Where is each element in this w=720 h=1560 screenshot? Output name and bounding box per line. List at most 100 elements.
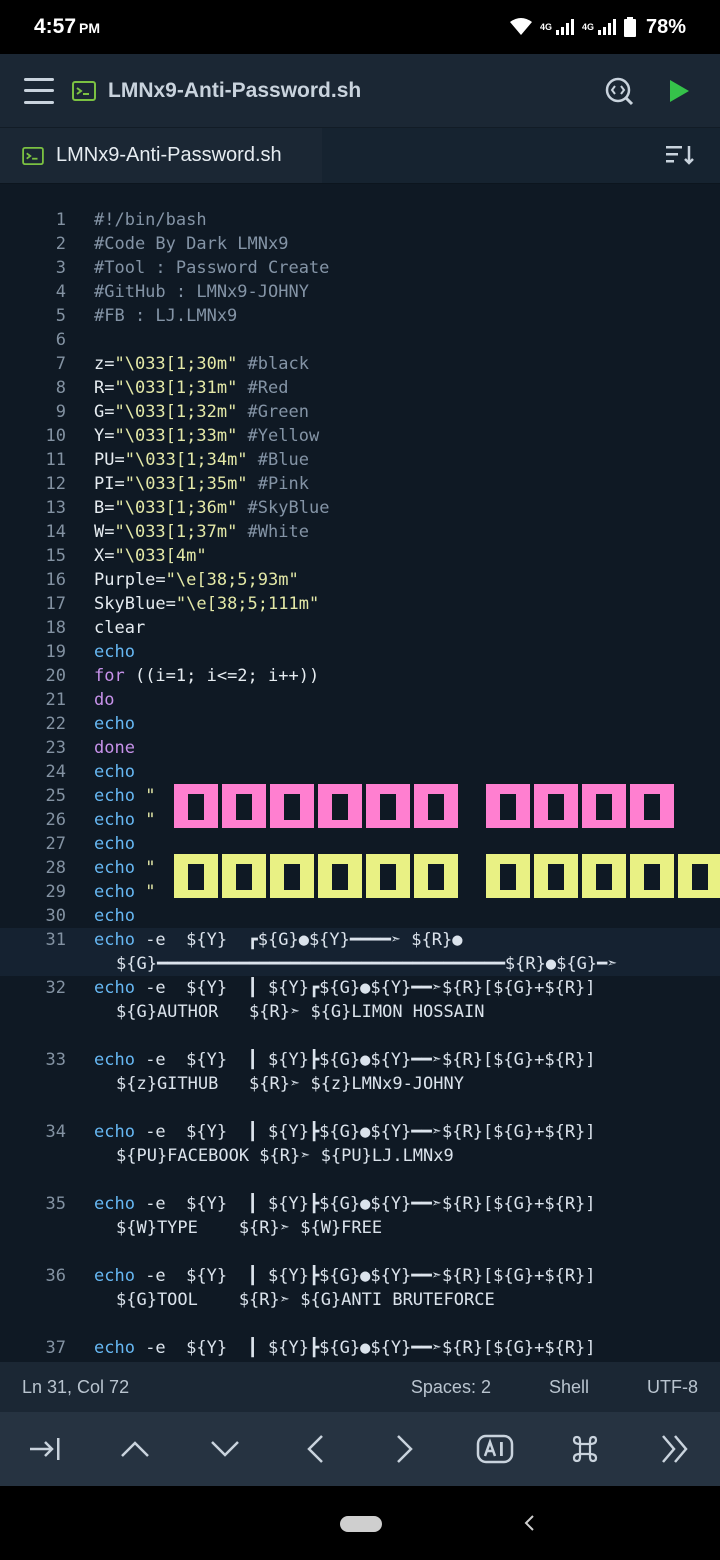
ai-icon[interactable]: [471, 1425, 519, 1473]
code-token: ((i=1; i<=2; i++)): [124, 666, 320, 686]
code-line[interactable]: 16 Purple="\e[38;5;93m": [0, 568, 720, 592]
code-line-wrap[interactable]: ${z}GITHUB ${R}➣ ${z}LMNx9-JOHNY: [0, 1072, 720, 1096]
code-line[interactable]: 1 #!/bin/bash: [0, 208, 720, 232]
code-token: done: [94, 738, 135, 758]
code-line[interactable]: [0, 1240, 720, 1264]
code-line[interactable]: 20 for ((i=1; i<=2; i++)): [0, 664, 720, 688]
home-button[interactable]: [340, 1516, 382, 1532]
code-line[interactable]: 36 echo -e ${Y} ┃ ${Y}┣${G}●${Y}━━➣${R}[$…: [0, 1264, 720, 1288]
code-token: "\033[1;36m": [114, 498, 238, 518]
code-line[interactable]: 24 echo: [0, 760, 720, 784]
code-line[interactable]: 12 PI="\033[1;35m" #Pink: [0, 472, 720, 496]
tab-active[interactable]: LMNx9-Anti-Password.sh: [0, 128, 322, 183]
code-line[interactable]: 18 clear: [0, 616, 720, 640]
code-line[interactable]: 9 G="\033[1;32m" #Green: [0, 400, 720, 424]
code-line[interactable]: 17 SkyBlue="\e[38;5;111m": [0, 592, 720, 616]
code-line-wrap[interactable]: ${G}TOOL ${R}➣ ${G}ANTI BRUTEFORCE: [0, 1288, 720, 1312]
code-line[interactable]: 6: [0, 328, 720, 352]
line-text: ${G}━━━━━━━━━━━━━━━━━━━━━━━━━━━━━━━━━━${…: [66, 952, 618, 976]
line-number: 27: [45, 834, 66, 854]
code-line[interactable]: 8 R="\033[1;31m" #Red: [0, 376, 720, 400]
chevron-right-icon[interactable]: [381, 1425, 429, 1473]
line-number: [0, 1096, 66, 1120]
code-editor[interactable]: 1 #!/bin/bash 2 #Code By Dark LMNx9 3 #Tool :…: [0, 184, 720, 1362]
code-line[interactable]: 15 X="\033[4m": [0, 544, 720, 568]
code-line[interactable]: [0, 1096, 720, 1120]
run-icon[interactable]: [668, 79, 690, 103]
line-number: [0, 1024, 66, 1048]
code-line[interactable]: [0, 1312, 720, 1336]
line-text: echo ": [66, 856, 155, 880]
code-line[interactable]: 3 #Tool : Password Create: [0, 256, 720, 280]
code-token: G=: [94, 402, 115, 422]
code-line[interactable]: 37 echo -e ${Y} ┃ ${Y}┣${G}●${Y}━━➣${R}[$…: [0, 1336, 720, 1360]
indent-setting[interactable]: Spaces: 2: [411, 1377, 491, 1398]
code-token: Y=: [94, 426, 115, 446]
code-line-wrap[interactable]: ${PU}FACEBOOK ${R}➣ ${PU}LJ.LMNx9: [0, 1144, 720, 1168]
code-line[interactable]: 4 #GitHub : LMNx9-JOHNY: [0, 280, 720, 304]
line-number: [0, 1216, 66, 1240]
banner-block: [678, 854, 720, 898]
code-token: B=: [94, 498, 115, 518]
line-number: 28: [45, 858, 66, 878]
chevron-left-icon[interactable]: [291, 1425, 339, 1473]
code-line[interactable]: 34 echo -e ${Y} ┃ ${Y}┣${G}●${Y}━━➣${R}[$…: [0, 1120, 720, 1144]
code-line[interactable]: 33 echo -e ${Y} ┃ ${Y}┣${G}●${Y}━━➣${R}[$…: [0, 1048, 720, 1072]
cursor-position[interactable]: Ln 31, Col 72: [22, 1377, 129, 1398]
chevron-up-icon[interactable]: [111, 1425, 159, 1473]
code-line-wrap[interactable]: ${G}━━━━━━━━━━━━━━━━━━━━━━━━━━━━━━━━━━${…: [0, 952, 720, 976]
code-line[interactable]: 32 echo -e ${Y} ┃ ${Y}┏${G}●${Y}━━➣${R}[$…: [0, 976, 720, 1000]
battery-percentage: 78%: [645, 15, 686, 38]
menu-icon[interactable]: [24, 77, 54, 104]
tab-icon[interactable]: [21, 1425, 69, 1473]
code-token: ${G}TOOL ${R}➣ ${G}ANTI BRUTEFORCE: [116, 1290, 495, 1310]
line-text: echo: [66, 832, 135, 856]
chevron-down-icon[interactable]: [201, 1425, 249, 1473]
sort-icon[interactable]: [666, 144, 696, 166]
language-mode[interactable]: Shell: [549, 1377, 589, 1398]
code-line[interactable]: 11 PU="\033[1;34m" #Blue: [0, 448, 720, 472]
line-text: #FB : LJ.LMNx9: [66, 304, 237, 328]
code-token: echo: [94, 714, 135, 734]
line-text: [66, 1024, 94, 1048]
code-token: z=: [94, 354, 115, 374]
double-chevron-right-icon[interactable]: [651, 1425, 699, 1473]
command-icon[interactable]: [561, 1425, 609, 1473]
code-token: "\033[1;31m": [114, 378, 238, 398]
line-number: 31: [45, 930, 66, 950]
code-line[interactable]: [0, 1168, 720, 1192]
code-token: ": [134, 810, 156, 830]
code-token: ": [134, 858, 156, 878]
code-line[interactable]: [0, 1024, 720, 1048]
code-line[interactable]: 27 echo: [0, 832, 720, 856]
code-line[interactable]: 22 echo: [0, 712, 720, 736]
line-number: 14: [45, 522, 66, 542]
code-line-wrap[interactable]: ${G}AUTHOR ${R}➣ ${G}LIMON HOSSAIN: [0, 1000, 720, 1024]
code-token: echo: [94, 1266, 135, 1286]
code-token: echo: [94, 1050, 135, 1070]
code-line[interactable]: 7 z="\033[1;30m" #black: [0, 352, 720, 376]
code-line[interactable]: 35 echo -e ${Y} ┃ ${Y}┣${G}●${Y}━━➣${R}[$…: [0, 1192, 720, 1216]
line-number: [0, 1312, 66, 1336]
code-line[interactable]: 5 #FB : LJ.LMNx9: [0, 304, 720, 328]
code-line[interactable]: 13 B="\033[1;36m" #SkyBlue: [0, 496, 720, 520]
code-line[interactable]: 23 done: [0, 736, 720, 760]
file-encoding[interactable]: UTF-8: [647, 1377, 698, 1398]
code-line[interactable]: 31 echo -e ${Y} ┏${G}●${Y}━━━━➣ ${R}●: [0, 928, 720, 952]
line-number: 10: [45, 426, 66, 446]
code-line[interactable]: 2 #Code By Dark LMNx9: [0, 232, 720, 256]
code-token: "\033[1;35m": [124, 474, 248, 494]
network-type-1: 4G: [539, 22, 552, 32]
code-line[interactable]: 10 Y="\033[1;33m" #Yellow: [0, 424, 720, 448]
code-line[interactable]: 30 echo: [0, 904, 720, 928]
code-line[interactable]: 14 W="\033[1;37m" #White: [0, 520, 720, 544]
line-text: echo -e ${Y} ┏${G}●${Y}━━━━➣ ${R}●: [66, 928, 462, 952]
preview-icon[interactable]: [604, 76, 634, 106]
code-line-wrap[interactable]: ${W}TYPE ${R}➣ ${W}FREE: [0, 1216, 720, 1240]
code-line[interactable]: 21 do: [0, 688, 720, 712]
back-button[interactable]: [516, 1508, 542, 1538]
line-number: 20: [45, 666, 66, 686]
system-nav-bar: [0, 1486, 720, 1560]
code-line[interactable]: 19 echo: [0, 640, 720, 664]
signal-icon: [555, 19, 574, 35]
